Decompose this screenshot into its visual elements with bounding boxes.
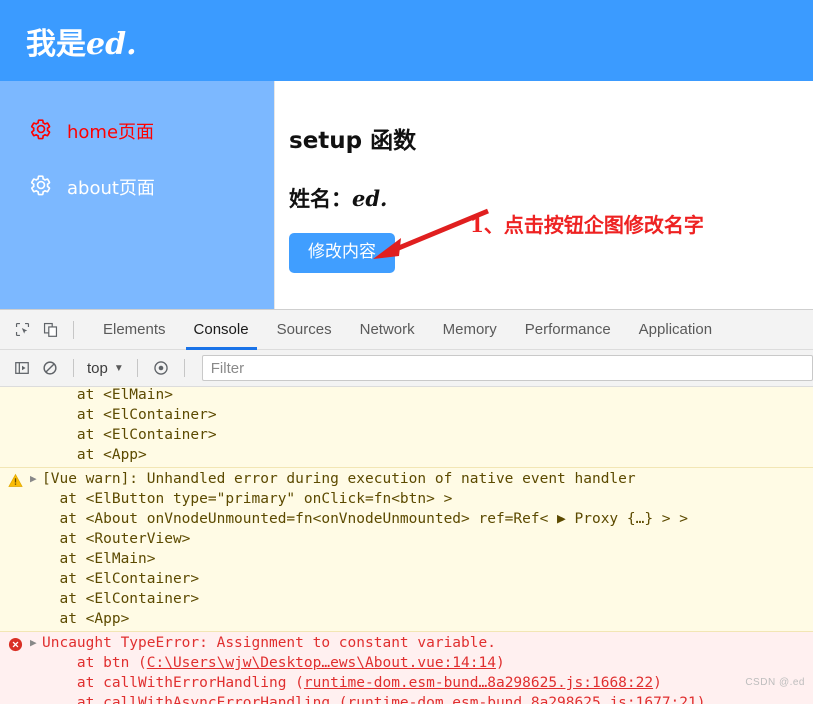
console-message-warn-continued[interactable]: at <ElMain> at <ElContainer> at <ElConta… <box>0 387 813 468</box>
screenshot-root: 我是ed. home页面 about页面 <box>0 0 813 704</box>
stack-suffix: ) <box>697 695 706 704</box>
page-title-emphasis: ed. <box>86 27 137 62</box>
sidebar-item-label: home页面 <box>67 118 154 144</box>
clear-console-icon[interactable] <box>36 354 64 382</box>
console-line-with-link: at callWithAsyncErrorHandling (runtime-d… <box>42 693 813 704</box>
expand-triangle-icon[interactable]: ▶ <box>30 472 37 485</box>
stack-prefix: at callWithAsyncErrorHandling ( <box>42 695 348 704</box>
console-line: Uncaught TypeError: Assignment to consta… <box>42 633 813 653</box>
tab-elements[interactable]: Elements <box>89 310 180 350</box>
console-line-with-link: at callWithErrorHandling (runtime-dom.es… <box>42 673 813 693</box>
main-content: setup 函数 姓名：ed. 修改内容 <box>274 81 813 309</box>
sidebar-item-about[interactable]: about页面 <box>0 159 274 215</box>
error-circle-icon <box>6 635 24 653</box>
tab-network[interactable]: Network <box>346 310 429 350</box>
sidebar: home页面 about页面 <box>0 81 274 309</box>
console-line: at <App> <box>42 609 813 629</box>
sidebar-item-label: about页面 <box>67 174 155 200</box>
console-line: at <About onVnodeUnmounted=fn<onVnodeUnm… <box>42 509 813 529</box>
console-context-selector[interactable]: top ▼ <box>83 360 128 377</box>
console-line: at <ElMain> <box>42 549 813 569</box>
devtools-tabbar: Elements Console Sources Network Memory … <box>0 310 813 350</box>
console-filter-input[interactable] <box>202 355 813 381</box>
console-line: at <ElMain> <box>42 387 813 405</box>
watermark: CSDN @.ed <box>745 677 805 688</box>
console-context-label: top <box>87 360 108 377</box>
source-link[interactable]: runtime-dom.esm-bund…8a298625.js:1677:21 <box>348 695 697 704</box>
console-line: at <ElContainer> <box>42 405 813 425</box>
tab-performance[interactable]: Performance <box>511 310 625 350</box>
console-line: at <ElContainer> <box>42 589 813 609</box>
chevron-down-icon: ▼ <box>114 363 124 374</box>
stack-suffix: ) <box>653 675 662 691</box>
console-message-uncaught-typeerror[interactable]: ▶ Uncaught TypeError: Assignment to cons… <box>0 632 813 704</box>
page-title-prefix: 我是 <box>26 27 86 62</box>
console-line: at <ElContainer> <box>42 425 813 445</box>
tab-console[interactable]: Console <box>180 310 263 350</box>
console-message-lines: [Vue warn]: Unhandled error during execu… <box>0 468 813 631</box>
gear-icon <box>30 118 52 145</box>
console-line-with-link: at btn (C:\Users\wjw\Desktop…ews\About.v… <box>42 653 813 673</box>
toolbar-divider <box>137 359 138 377</box>
name-label: 姓名： <box>289 187 352 211</box>
source-link[interactable]: runtime-dom.esm-bund…8a298625.js:1668:22 <box>304 675 653 691</box>
toolbar-divider <box>73 321 74 339</box>
console-line: at <RouterView> <box>42 529 813 549</box>
stack-prefix: at btn ( <box>42 655 147 671</box>
warning-triangle-icon <box>6 471 24 489</box>
toolbar-divider <box>184 359 185 377</box>
stack-suffix: ) <box>496 655 505 671</box>
toolbar-divider <box>73 359 74 377</box>
page-title: 我是ed. <box>0 19 137 63</box>
expand-triangle-icon[interactable]: ▶ <box>30 636 37 649</box>
modify-content-button[interactable]: 修改内容 <box>289 233 395 273</box>
annotation-step-1: 1、点击按钮企图修改名字 <box>470 209 704 238</box>
tab-sources[interactable]: Sources <box>263 310 346 350</box>
devtools-panel: Elements Console Sources Network Memory … <box>0 309 813 704</box>
live-expression-eye-icon[interactable] <box>147 354 175 382</box>
console-message-lines: at <ElMain> at <ElContainer> at <ElConta… <box>0 387 813 467</box>
device-toolbar-icon[interactable] <box>36 316 64 344</box>
devtools-tab-list: Elements Console Sources Network Memory … <box>89 310 726 350</box>
console-line: at <ElButton type="primary" onClick=fn<b… <box>42 489 813 509</box>
console-message-lines: Uncaught TypeError: Assignment to consta… <box>0 632 813 704</box>
web-page: 我是ed. home页面 about页面 <box>0 0 813 309</box>
stack-prefix: at callWithErrorHandling ( <box>42 675 304 691</box>
tab-application[interactable]: Application <box>625 310 726 350</box>
gear-icon <box>30 174 52 201</box>
console-line: [Vue warn]: Unhandled error during execu… <box>42 469 813 489</box>
page-header: 我是ed. <box>0 0 813 81</box>
console-output[interactable]: at <ElMain> at <ElContainer> at <ElConta… <box>0 387 813 704</box>
inspect-element-icon[interactable] <box>8 316 36 344</box>
console-message-vue-warn[interactable]: ▶ [Vue warn]: Unhandled error during exe… <box>0 468 813 632</box>
name-value: ed. <box>352 186 387 211</box>
content-heading: setup 函数 <box>289 121 813 155</box>
console-sidebar-icon[interactable] <box>8 354 36 382</box>
console-line: at <App> <box>42 445 813 465</box>
source-link[interactable]: C:\Users\wjw\Desktop…ews\About.vue:14:14 <box>147 655 496 671</box>
sidebar-item-home[interactable]: home页面 <box>0 103 274 159</box>
console-line: at <ElContainer> <box>42 569 813 589</box>
console-toolbar: top ▼ <box>0 350 813 387</box>
tab-memory[interactable]: Memory <box>429 310 511 350</box>
